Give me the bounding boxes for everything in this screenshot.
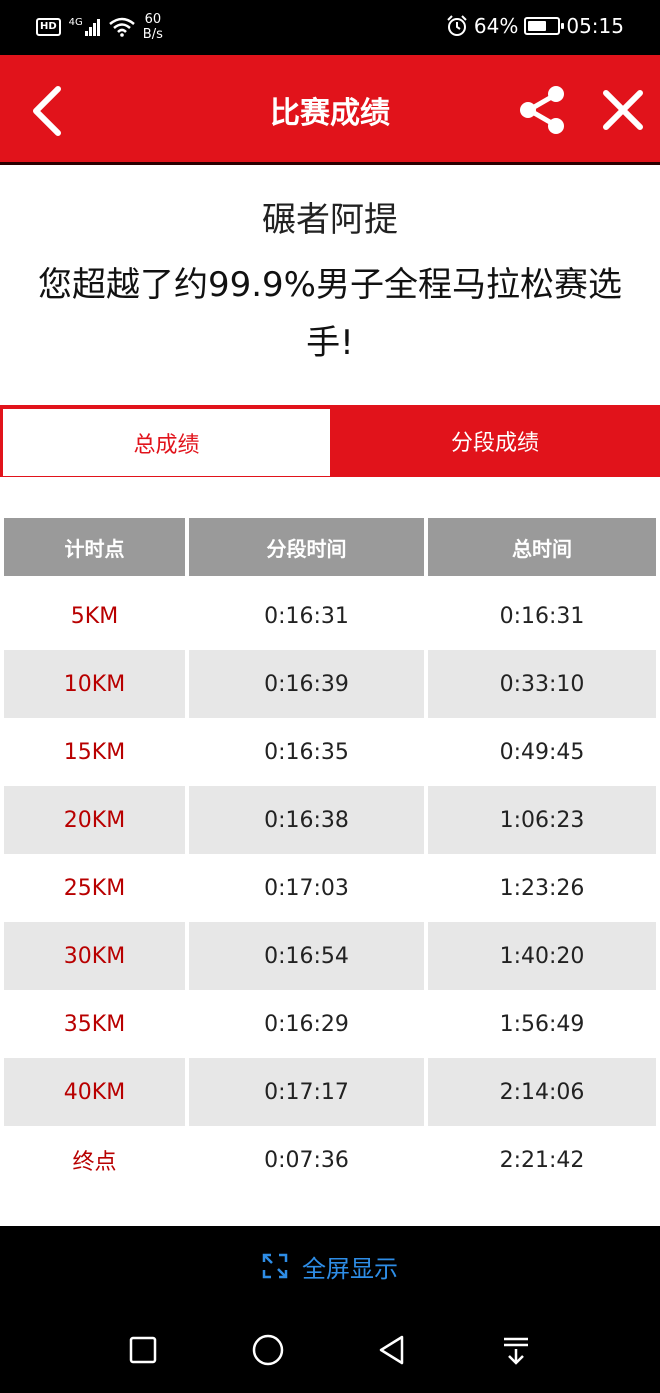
checkpoint-cell: 15KM xyxy=(63,739,126,765)
split-time-cell: 0:16:38 xyxy=(189,786,424,854)
split-time-cell: 0:16:39 xyxy=(189,650,424,718)
status-right: 64% 05:15 xyxy=(446,14,624,38)
pull-down-icon[interactable] xyxy=(498,1332,534,1368)
ranking-summary: 您超越了约99.9%男子全程马拉松赛选手! xyxy=(37,265,622,363)
status-bar: HD 4G 60 B/s 64% 05:15 xyxy=(0,0,660,55)
table-row: 35KM 0:16:29 1:56:49 xyxy=(4,990,656,1058)
alarm-icon xyxy=(447,15,467,36)
table-row: 15KM 0:16:35 0:49:45 xyxy=(4,718,656,786)
network-type: 4G xyxy=(68,17,83,28)
split-time-cell: 0:16:54 xyxy=(189,922,424,990)
square-icon[interactable] xyxy=(125,1332,161,1368)
close-icon[interactable] xyxy=(600,87,646,133)
share-icon[interactable] xyxy=(517,85,567,135)
expand-icon xyxy=(262,1253,288,1279)
split-table: 计时点 分段时间 总时间 5KM 0:16:31 0:16:31 10KM 0:… xyxy=(4,518,656,1194)
checkpoint-cell: 35KM xyxy=(63,1011,126,1037)
battery-fill xyxy=(528,21,547,31)
app-header: 比赛成绩 xyxy=(0,55,660,165)
fullscreen-button[interactable]: 全屏显示 xyxy=(0,1226,660,1306)
total-time-cell: 0:16:31 xyxy=(499,603,585,629)
table-row: 终点 0:07:36 2:21:42 xyxy=(4,1126,656,1194)
split-time-cell: 0:16:29 xyxy=(264,1011,349,1037)
circle-icon[interactable] xyxy=(250,1332,286,1368)
table-row: 40KM 0:17:17 2:14:06 xyxy=(4,1058,656,1126)
split-time-cell: 0:07:36 xyxy=(264,1147,349,1173)
split-time-cell: 0:16:35 xyxy=(264,739,349,765)
signal-group: 4G xyxy=(69,18,101,36)
status-left: HD 4G 60 B/s xyxy=(36,12,163,42)
hd-badge: HD xyxy=(36,18,61,36)
header-split-time: 分段时间 xyxy=(189,518,424,576)
table-row: 30KM 0:16:54 1:40:20 xyxy=(4,922,656,990)
runner-name: 碾者阿提 xyxy=(262,200,398,240)
checkpoint-cell: 30KM xyxy=(4,922,185,990)
table-row: 5KM 0:16:31 0:16:31 xyxy=(4,582,656,650)
checkpoint-cell: 5KM xyxy=(70,603,119,629)
table-row: 25KM 0:17:03 1:23:26 xyxy=(4,854,656,922)
tab-split-result[interactable]: 分段成绩 xyxy=(330,405,660,477)
table-row: 20KM 0:16:38 1:06:23 xyxy=(4,786,656,854)
battery-percent: 64% xyxy=(473,14,519,38)
fullscreen-label: 全屏显示 xyxy=(302,1254,398,1283)
network-speed-unit: B/s xyxy=(142,27,163,42)
triangle-back-icon[interactable] xyxy=(374,1332,410,1368)
signal-icon xyxy=(84,19,100,36)
checkpoint-cell: 25KM xyxy=(63,875,126,901)
total-time-cell: 1:06:23 xyxy=(428,786,656,854)
split-time-cell: 0:16:31 xyxy=(264,603,349,629)
network-speed-value: 60 xyxy=(144,12,162,27)
total-time-cell: 1:40:20 xyxy=(428,922,656,990)
wifi-icon xyxy=(108,17,135,37)
network-speed: 60 B/s xyxy=(143,12,163,42)
result-tabs: 总成绩 分段成绩 xyxy=(0,405,660,477)
split-time-cell: 0:17:17 xyxy=(189,1058,424,1126)
total-time-cell: 0:33:10 xyxy=(428,650,656,718)
table-row: 10KM 0:16:39 0:33:10 xyxy=(4,650,656,718)
checkpoint-cell: 终点 xyxy=(72,1150,117,1175)
checkpoint-cell: 10KM xyxy=(4,650,185,718)
clock: 05:15 xyxy=(566,14,624,38)
tab-total-result[interactable]: 总成绩 xyxy=(3,409,330,476)
total-time-cell: 2:14:06 xyxy=(428,1058,656,1126)
total-time-cell: 1:56:49 xyxy=(499,1011,585,1037)
header-checkpoint: 计时点 xyxy=(4,518,185,576)
total-time-cell: 2:21:42 xyxy=(499,1147,585,1173)
battery-icon xyxy=(524,17,565,35)
total-time-cell: 0:49:45 xyxy=(499,739,585,765)
checkpoint-cell: 40KM xyxy=(4,1058,185,1126)
system-nav-bar xyxy=(0,1306,660,1393)
header-total-time: 总时间 xyxy=(428,518,656,576)
table-header-row: 计时点 分段时间 总时间 xyxy=(4,518,656,576)
split-time-cell: 0:17:03 xyxy=(264,875,349,901)
total-time-cell: 1:23:26 xyxy=(499,875,585,901)
checkpoint-cell: 20KM xyxy=(4,786,185,854)
